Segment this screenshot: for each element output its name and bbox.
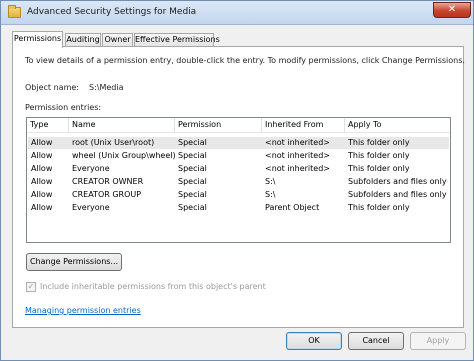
cancel-button[interactable]: Cancel [348,332,404,350]
cell-name: wheel (Unix Group\wheel) [72,151,176,160]
object-name-label: Object name: [25,83,79,92]
cell-type: Allow [31,151,53,160]
permission-entries-list[interactable]: Type Name Permission Inherited From Appl… [26,117,451,243]
column-header-type[interactable]: Type [27,118,69,133]
cell-type: Allow [31,203,53,212]
column-header-inherited-from[interactable]: Inherited From [262,118,345,133]
cell-inherited-from: S:\ [265,177,276,186]
cell-permission: Special [178,138,207,147]
cell-apply-to: This folder only [348,151,410,160]
cell-permission: Special [178,177,207,186]
table-row[interactable]: Allow Everyone Special <not inherited> T… [28,163,449,175]
cell-inherited-from: <not inherited> [265,164,330,173]
column-header-permission[interactable]: Permission [175,118,262,133]
list-header: Type Name Permission Inherited From Appl… [27,118,450,133]
advanced-security-dialog: Advanced Security Settings for Media ✕ P… [0,0,474,361]
cell-apply-to: This folder only [348,164,410,173]
cell-apply-to: This folder only [348,138,410,147]
intro-text: To view details of a permission entry, d… [25,56,465,65]
tab-permissions[interactable]: Permissions [12,31,63,48]
cell-type: Allow [31,190,53,199]
ok-button[interactable]: OK [286,332,342,350]
table-row[interactable]: Allow root (Unix User\root) Special <not… [28,137,449,149]
cell-permission: Special [178,151,207,160]
cell-apply-to: Subfolders and files only [348,190,447,199]
cell-name: CREATOR OWNER [72,177,144,186]
permission-entries-label: Permission entries: [25,103,102,112]
cell-type: Allow [31,164,53,173]
cell-apply-to: Subfolders and files only [348,177,447,186]
table-row[interactable]: Allow Everyone Special Parent Object Thi… [28,202,449,214]
close-button[interactable]: ✕ [433,2,471,18]
cell-inherited-from: S:\ [265,190,276,199]
cell-type: Allow [31,177,53,186]
cell-permission: Special [178,190,207,199]
change-permissions-button[interactable]: Change Permissions... [26,253,122,271]
tab-auditing[interactable]: Auditing [65,33,101,47]
tab-effective-permissions[interactable]: Effective Permissions [134,33,220,47]
title-bar[interactable]: Advanced Security Settings for Media ✕ [1,1,473,25]
include-inheritable-checkbox[interactable]: ✓ [26,282,36,292]
table-row[interactable]: Allow wheel (Unix Group\wheel) Special <… [28,150,449,162]
cell-inherited-from: Parent Object [265,203,320,212]
cell-name: Everyone [72,164,110,173]
cell-permission: Special [178,164,207,173]
cell-name: Everyone [72,203,110,212]
cell-inherited-from: <not inherited> [265,151,330,160]
cell-apply-to: This folder only [348,203,410,212]
column-header-name[interactable]: Name [69,118,175,133]
permissions-panel: To view details of a permission entry, d… [12,46,465,328]
managing-permission-entries-link[interactable]: Managing permission entries [25,306,141,315]
table-row[interactable]: Allow CREATOR OWNER Special S:\ Subfolde… [28,176,449,188]
cell-type: Allow [31,138,53,147]
object-name-value: S:\Media [89,83,124,92]
folder-icon [8,5,21,18]
window-title: Advanced Security Settings for Media [27,7,197,17]
apply-button[interactable]: Apply [410,332,466,350]
cell-name: CREATOR GROUP [72,190,142,199]
include-inheritable-label: Include inheritable permissions from thi… [40,282,266,291]
tab-owner[interactable]: Owner [102,33,133,47]
cell-name: root (Unix User\root) [72,138,155,147]
cell-permission: Special [178,203,207,212]
cell-inherited-from: <not inherited> [265,138,330,147]
column-header-apply-to[interactable]: Apply To [345,118,450,133]
table-row[interactable]: Allow CREATOR GROUP Special S:\ Subfolde… [28,189,449,201]
